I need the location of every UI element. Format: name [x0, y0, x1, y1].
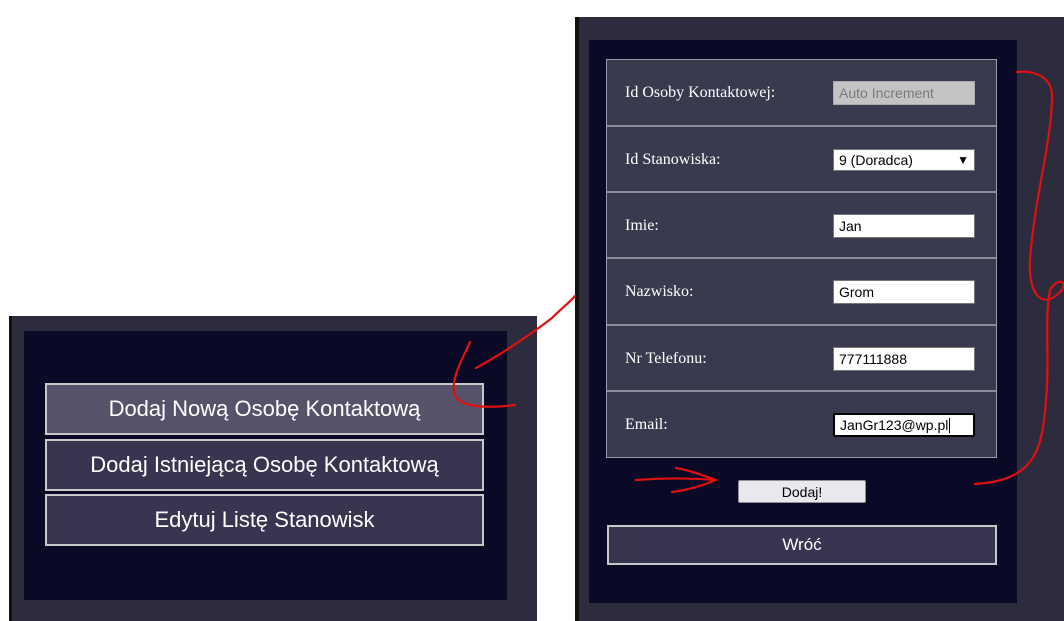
add-new-contact-button[interactable]: Dodaj Nową Osobę Kontaktową — [45, 383, 484, 435]
first-name-input[interactable]: Jan — [833, 214, 975, 238]
back-button[interactable]: Wróć — [607, 525, 997, 565]
first-name-value: Jan — [839, 218, 862, 234]
form-row-position-id: Id Stanowiska: 9 (Doradca) ▼ — [607, 127, 996, 193]
phone-input[interactable]: 777111888 — [833, 347, 975, 371]
phone-value: 777111888 — [839, 351, 907, 367]
position-id-select[interactable]: 9 (Doradca) ▼ — [833, 149, 975, 171]
contact-id-value: Auto Increment — [839, 85, 934, 101]
last-name-value: Grom — [839, 284, 874, 300]
last-name-input[interactable]: Grom — [833, 280, 975, 304]
form-row-first-name: Imie: Jan — [607, 193, 996, 259]
email-value: JanGr123@wp.pl — [840, 417, 949, 433]
form-row-contact-id: Id Osoby Kontaktowej: Auto Increment — [607, 60, 996, 126]
form-row-last-name: Nazwisko: Grom — [607, 259, 996, 325]
position-id-label: Id Stanowiska: — [625, 151, 721, 168]
submit-button[interactable]: Dodaj! — [738, 480, 866, 503]
phone-label: Nr Telefonu: — [625, 350, 707, 367]
email-label: Email: — [625, 416, 668, 433]
contact-form: Id Osoby Kontaktowej: Auto Increment Id … — [606, 59, 997, 458]
panel-divider — [575, 17, 579, 621]
text-cursor — [949, 417, 951, 433]
panel-divider — [9, 316, 12, 621]
form-row-email: Email: JanGr123@wp.pl — [607, 392, 996, 458]
add-existing-contact-button[interactable]: Dodaj Istniejącą Osobę Kontaktową — [45, 439, 484, 491]
form-row-phone: Nr Telefonu: 777111888 — [607, 326, 996, 392]
edit-positions-button[interactable]: Edytuj Listę Stanowisk — [45, 494, 484, 546]
position-id-value: 9 (Doradca) — [839, 152, 913, 168]
contact-id-label: Id Osoby Kontaktowej: — [625, 84, 776, 101]
contact-id-field: Auto Increment — [833, 81, 975, 105]
email-input[interactable]: JanGr123@wp.pl — [833, 413, 975, 437]
last-name-label: Nazwisko: — [625, 283, 694, 300]
chevron-down-icon: ▼ — [957, 153, 969, 167]
first-name-label: Imie: — [625, 217, 659, 234]
